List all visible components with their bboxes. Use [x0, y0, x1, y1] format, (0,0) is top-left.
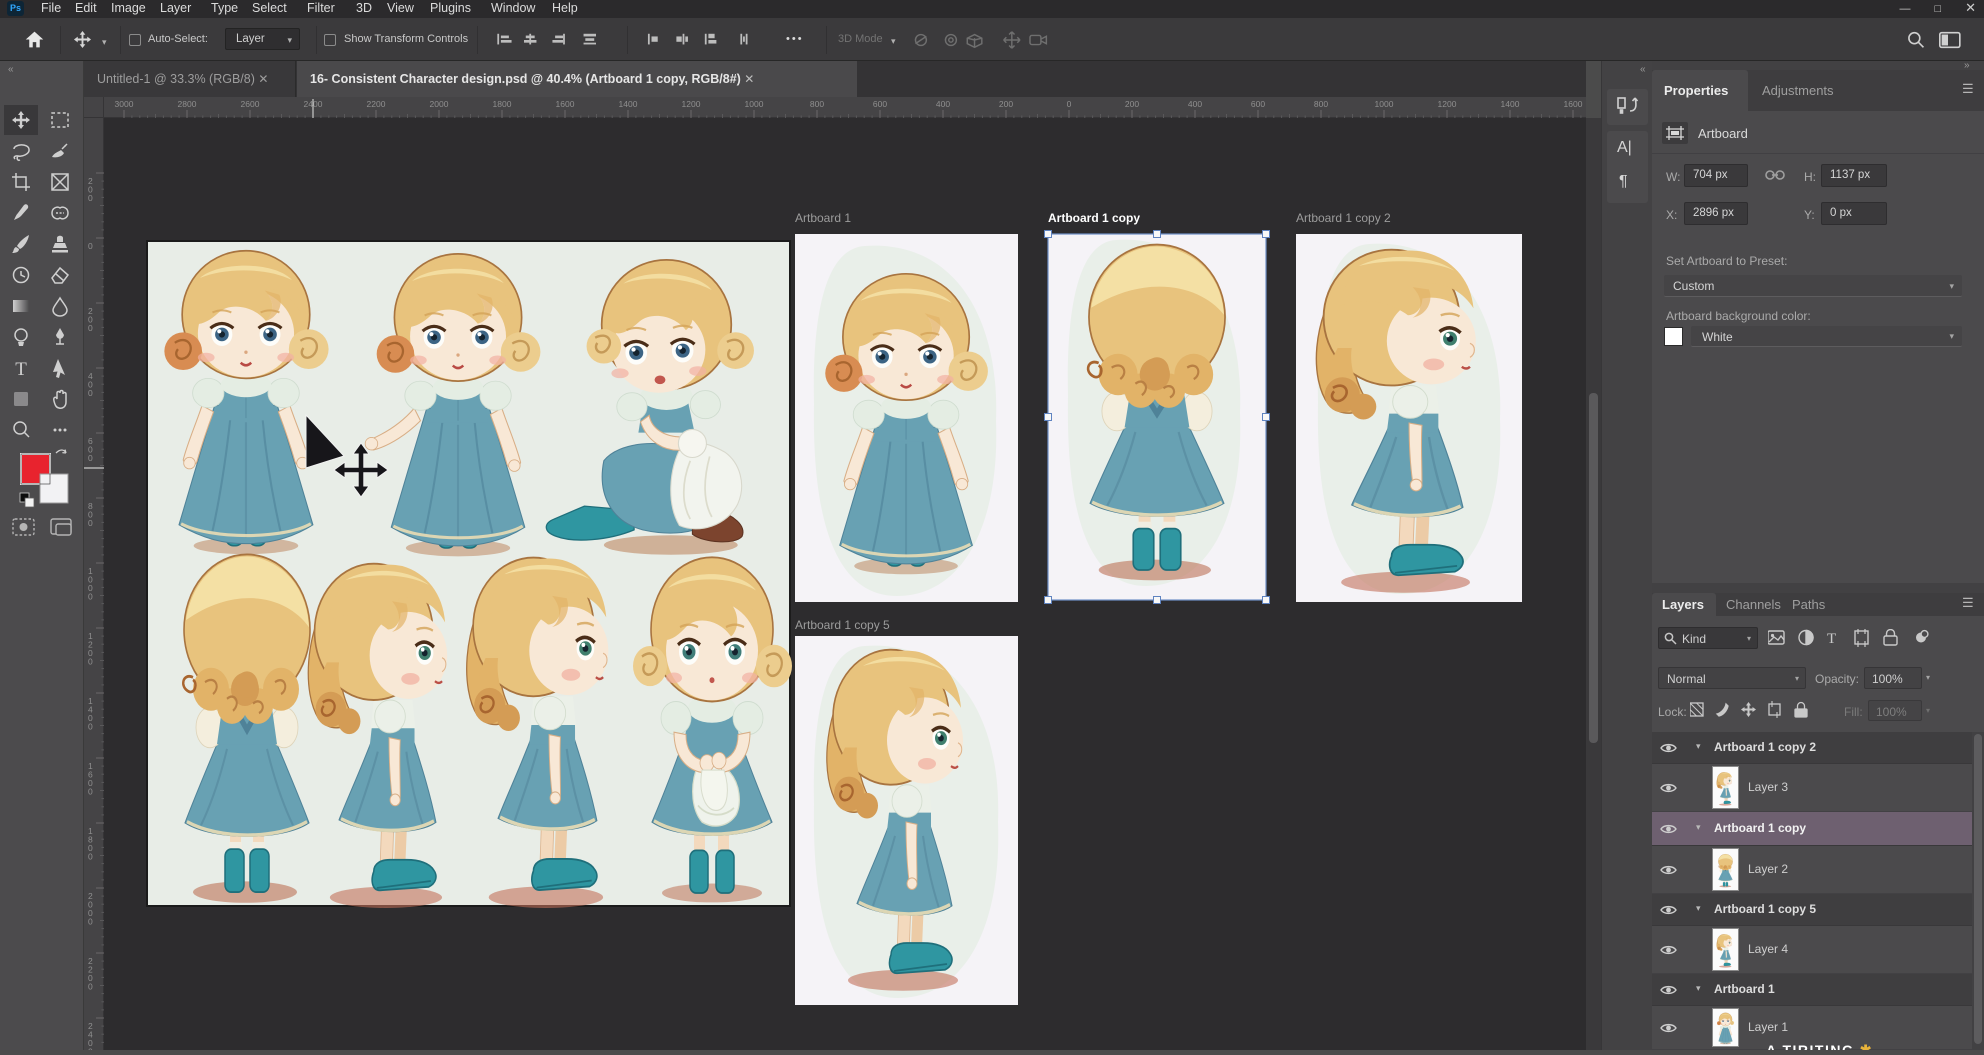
svg-text:0: 0	[88, 453, 93, 463]
svg-text:0: 0	[88, 1047, 93, 1051]
svg-text:Artboard 1 copy 2: Artboard 1 copy 2	[1296, 211, 1391, 225]
svg-text:800: 800	[810, 99, 824, 109]
svg-text:Artboard 1: Artboard 1	[795, 211, 851, 225]
svg-text:0: 0	[88, 982, 93, 992]
svg-text:200: 200	[1125, 99, 1139, 109]
svg-text:200: 200	[999, 99, 1013, 109]
svg-text:1200: 1200	[1438, 99, 1457, 109]
svg-text:0: 0	[88, 388, 93, 398]
svg-text:800: 800	[1314, 99, 1328, 109]
svg-text:1600: 1600	[556, 99, 575, 109]
svg-text:2000: 2000	[430, 99, 449, 109]
svg-text:0: 0	[88, 193, 93, 203]
svg-text:0: 0	[88, 592, 93, 602]
svg-text:2600: 2600	[241, 99, 260, 109]
svg-text:0: 0	[1067, 99, 1072, 109]
svg-text:0: 0	[88, 241, 93, 251]
svg-text:2800: 2800	[178, 99, 197, 109]
svg-text:1200: 1200	[682, 99, 701, 109]
svg-text:600: 600	[1251, 99, 1265, 109]
svg-text:3000: 3000	[115, 99, 134, 109]
svg-text:1000: 1000	[745, 99, 764, 109]
svg-text:0: 0	[88, 917, 93, 927]
svg-text:1000: 1000	[1375, 99, 1394, 109]
svg-text:400: 400	[936, 99, 950, 109]
svg-text:T: T	[1827, 631, 1836, 647]
svg-text:2200: 2200	[367, 99, 386, 109]
svg-text:0: 0	[88, 722, 93, 732]
svg-text:0: 0	[88, 852, 93, 862]
svg-text:1800: 1800	[493, 99, 512, 109]
svg-text:400: 400	[1188, 99, 1202, 109]
svg-text:600: 600	[873, 99, 887, 109]
svg-text:Artboard 1 copy 5: Artboard 1 copy 5	[795, 618, 890, 632]
svg-text:0: 0	[88, 657, 93, 667]
svg-text:0: 0	[88, 787, 93, 797]
svg-text:Artboard 1 copy: Artboard 1 copy	[1048, 211, 1140, 225]
svg-text:T: T	[15, 359, 27, 380]
svg-text:1400: 1400	[619, 99, 638, 109]
svg-text:0: 0	[88, 518, 93, 528]
svg-text:1600: 1600	[1564, 99, 1583, 109]
svg-text:1400: 1400	[1501, 99, 1520, 109]
svg-text:0: 0	[88, 323, 93, 333]
